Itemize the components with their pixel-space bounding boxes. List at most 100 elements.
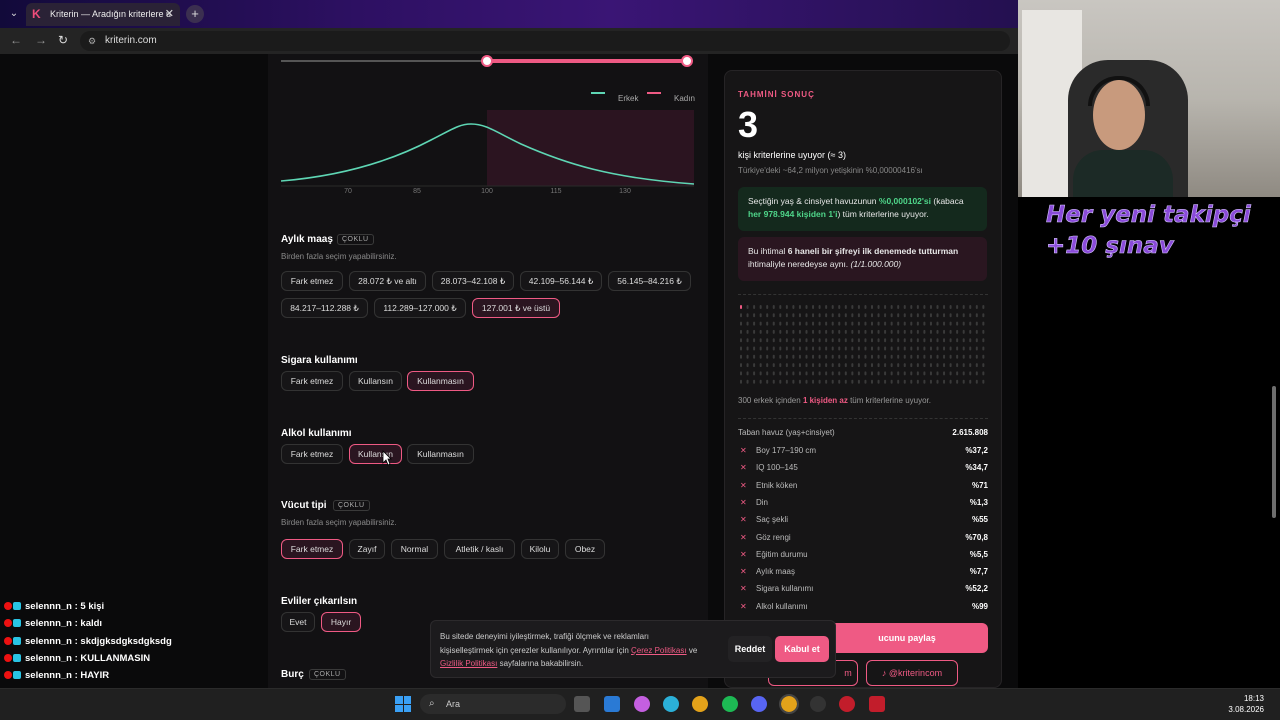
cookie-accept-button[interactable]: Kabul et bbox=[775, 636, 829, 662]
tab-list-chevron-icon[interactable]: ⌄ bbox=[6, 6, 22, 22]
body-option-normal[interactable]: Normal bbox=[391, 539, 438, 559]
person-marker bbox=[851, 363, 854, 368]
person-marker bbox=[910, 313, 913, 318]
remove-factor-icon[interactable]: ✕ bbox=[740, 515, 747, 524]
browser-tab[interactable]: K Kriterin — Aradığın kriterlere u ✕ bbox=[26, 3, 180, 26]
remove-factor-icon[interactable]: ✕ bbox=[740, 567, 747, 576]
range-slider-max-handle[interactable] bbox=[681, 55, 693, 67]
app-red-square-icon[interactable] bbox=[869, 696, 885, 712]
app-red-icon[interactable] bbox=[839, 696, 855, 712]
remove-factor-icon[interactable]: ✕ bbox=[740, 602, 747, 611]
factor-row: ✕ Saç şekli %55 bbox=[738, 515, 988, 527]
person-marker bbox=[956, 371, 959, 376]
smoking-option-no-selected[interactable]: Kullanmasın bbox=[407, 371, 474, 391]
url-field[interactable]: ⚙ kriterin.com bbox=[80, 31, 1010, 51]
person-marker bbox=[753, 313, 756, 318]
clock-time: 18:13 bbox=[1243, 694, 1264, 703]
person-marker bbox=[871, 346, 873, 351]
remove-factor-icon[interactable]: ✕ bbox=[740, 481, 747, 490]
person-marker bbox=[805, 379, 808, 384]
cookie-policy-link[interactable]: Çerez Politikası bbox=[631, 646, 687, 655]
person-marker bbox=[753, 346, 756, 351]
chrome-icon[interactable] bbox=[692, 696, 708, 712]
edge-icon[interactable] bbox=[663, 696, 679, 712]
smoking-option-any[interactable]: Fark etmez bbox=[281, 371, 343, 391]
body-option-obese[interactable]: Obez bbox=[565, 539, 605, 559]
remove-factor-icon[interactable]: ✕ bbox=[740, 463, 747, 472]
salary-option-6[interactable]: 112.289–127.000 ₺ bbox=[374, 298, 466, 318]
remove-factor-icon[interactable]: ✕ bbox=[740, 498, 747, 507]
chat-text: selennn_n : KULLANMASIN bbox=[25, 652, 151, 664]
person-marker bbox=[975, 305, 978, 309]
body-option-athletic[interactable]: Atletik / kaslı bbox=[444, 539, 515, 559]
alcohol-option-no[interactable]: Kullanmasın bbox=[407, 444, 474, 464]
remove-factor-icon[interactable]: ✕ bbox=[740, 584, 747, 593]
page-scrollbar[interactable] bbox=[1272, 386, 1276, 518]
taskbar-search[interactable]: ⌕ Ara bbox=[420, 694, 566, 714]
salary-option-7-selected[interactable]: 127.001 ₺ ve üstü bbox=[472, 298, 560, 318]
body-option-any-selected[interactable]: Fark etmez bbox=[281, 539, 343, 559]
salary-option-any[interactable]: Fark etmez bbox=[281, 271, 343, 291]
salary-option-1[interactable]: 28.072 ₺ ve altı bbox=[349, 271, 426, 291]
factor-row: ✕ Din %1,3 bbox=[738, 498, 988, 510]
body-option-overweight[interactable]: Kilolu bbox=[521, 539, 559, 559]
factor-row: ✕ IQ 100–145 %34,7 bbox=[738, 463, 988, 475]
site-info-icon[interactable]: ⚙ bbox=[88, 31, 96, 51]
back-icon[interactable]: ← bbox=[10, 33, 22, 47]
salary-hint: Birden fazla seçim yapabilirsiniz. bbox=[281, 252, 397, 261]
person-marker bbox=[792, 329, 795, 334]
chrome-active-icon[interactable] bbox=[779, 694, 799, 714]
taskbar-clock[interactable]: 18:13 3.08.2026 bbox=[1228, 693, 1264, 715]
remove-factor-icon[interactable]: ✕ bbox=[740, 550, 747, 559]
body-option-thin[interactable]: Zayıf bbox=[349, 539, 385, 559]
person-marker bbox=[936, 354, 939, 359]
remove-factor-icon[interactable]: ✕ bbox=[740, 533, 747, 542]
chat-message: selennn_n : HAYIR bbox=[0, 667, 357, 684]
task-view-icon[interactable] bbox=[574, 696, 590, 712]
person-marker bbox=[903, 338, 906, 343]
legend-kadin-swatch bbox=[647, 92, 661, 94]
person-marker bbox=[890, 313, 893, 318]
person-marker bbox=[746, 363, 749, 368]
person-marker bbox=[982, 354, 985, 359]
person-marker bbox=[825, 371, 828, 376]
person-marker bbox=[792, 321, 795, 326]
person-marker bbox=[923, 321, 926, 326]
base-pool-label: Taban havuz (yaş+cinsiyet) bbox=[738, 428, 835, 437]
alcohol-title: Alkol kullanımı bbox=[281, 428, 352, 439]
cookie-text: Bu sitede deneyimi iyileştirmek, trafiği… bbox=[440, 630, 720, 671]
outlook-icon[interactable] bbox=[604, 696, 620, 712]
person-marker bbox=[943, 371, 946, 376]
person-marker bbox=[864, 305, 867, 309]
person-marker bbox=[818, 371, 821, 376]
tiktok-button[interactable]: ♪ @kriterincom bbox=[866, 660, 958, 686]
start-button[interactable] bbox=[395, 696, 411, 712]
salary-option-3[interactable]: 42.109–56.144 ₺ bbox=[520, 271, 602, 291]
badge-icon bbox=[4, 636, 12, 645]
new-tab-button[interactable]: + bbox=[186, 5, 204, 23]
smoking-option-yes[interactable]: Kullansın bbox=[349, 371, 402, 391]
discord-icon[interactable] bbox=[751, 696, 767, 712]
alcohol-option-any[interactable]: Fark etmez bbox=[281, 444, 343, 464]
salary-option-5[interactable]: 84.217–112.288 ₺ bbox=[281, 298, 368, 318]
cookie-reject-button[interactable]: Reddet bbox=[728, 636, 772, 662]
forward-icon[interactable]: → bbox=[35, 33, 47, 47]
salary-option-4[interactable]: 56.145–84.216 ₺ bbox=[608, 271, 691, 291]
person-marker bbox=[949, 379, 952, 384]
privacy-policy-link[interactable]: Gizlilik Politikası bbox=[440, 659, 497, 668]
person-marker bbox=[785, 371, 788, 376]
reload-icon[interactable]: ↻ bbox=[58, 33, 68, 47]
obs-icon[interactable] bbox=[810, 696, 826, 712]
factor-name: Aylık maaş bbox=[756, 567, 795, 577]
spotify-icon[interactable] bbox=[722, 696, 738, 712]
alcohol-option-yes-selected[interactable]: Kullansın bbox=[349, 444, 402, 464]
salary-option-2[interactable]: 28.073–42.108 ₺ bbox=[432, 271, 514, 291]
range-slider-min-handle[interactable] bbox=[481, 55, 493, 67]
pool-ratio-post: ) tüm kriterlerine uyuyor. bbox=[837, 209, 929, 219]
close-tab-icon[interactable]: ✕ bbox=[165, 3, 174, 26]
chat-text: selennn_n : 5 kişi bbox=[25, 601, 105, 612]
copilot-icon[interactable] bbox=[634, 696, 650, 712]
person-marker bbox=[766, 305, 769, 309]
remove-factor-icon[interactable]: ✕ bbox=[740, 446, 747, 455]
person-marker bbox=[884, 371, 887, 376]
